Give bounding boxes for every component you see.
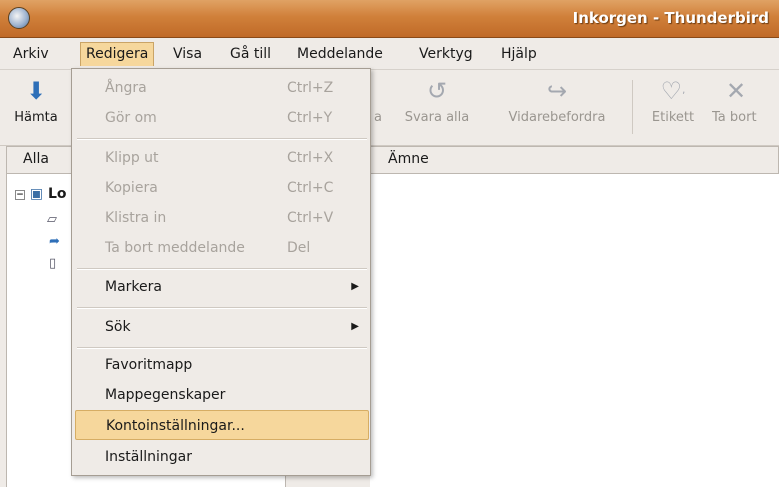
menu-ga-till[interactable]: Gå till — [225, 42, 276, 66]
menu-hjalp[interactable]: Hjälp — [496, 42, 542, 66]
menu-item-find[interactable]: Sök ▶ — [75, 312, 369, 342]
collapse-toggle-icon[interactable]: − — [15, 190, 25, 200]
tag-icon: ♡, — [660, 77, 686, 105]
menu-separator — [77, 138, 367, 140]
thunderbird-app-icon[interactable] — [8, 7, 30, 29]
tag-dropdown-icon: , — [682, 85, 686, 96]
reply-all-label: Svara alla — [404, 110, 470, 125]
menu-item-favorite-folder[interactable]: Favoritmapp — [75, 350, 369, 380]
reply-all-button[interactable]: ↺ Svara alla — [394, 76, 480, 125]
local-folders-label: Lo — [47, 186, 67, 202]
menu-bar: Arkiv Redigera Visa Gå till Meddelande V… — [0, 38, 779, 70]
menu-visa[interactable]: Visa — [168, 42, 207, 66]
tag-label: Etikett — [651, 110, 695, 125]
message-list[interactable] — [370, 174, 779, 487]
sent-folder-icon[interactable]: ➦ — [49, 234, 60, 249]
menu-redigera[interactable]: Redigera — [80, 42, 155, 66]
menu-separator — [77, 307, 367, 309]
undo-shortcut: Ctrl+Z — [287, 80, 334, 96]
get-mail-label: Hämta — [14, 110, 58, 125]
delete-label: Ta bort — [712, 110, 757, 125]
menu-item-account-settings[interactable]: Kontoinställningar... — [75, 410, 369, 440]
drafts-folder-icon[interactable]: ▱ — [47, 212, 57, 227]
menu-verktyg[interactable]: Verktyg — [414, 42, 478, 66]
menu-item-select[interactable]: Markera ▶ — [75, 272, 369, 302]
get-mail-icon: ⬇ — [25, 77, 47, 105]
toolbar-separator — [632, 80, 633, 134]
computer-icon: ▣ — [29, 186, 44, 202]
edit-menu-dropdown: Ångra Ctrl+Z Gör om Ctrl+Y Klipp ut Ctrl… — [71, 68, 371, 476]
tag-button[interactable]: ♡, Etikett — [644, 76, 702, 125]
reply-button-partial[interactable]: ↩ a — [372, 76, 384, 125]
reply-all-icon: ↺ — [426, 77, 448, 105]
folder-view-label: Alla — [23, 151, 49, 167]
forward-icon: ↪ — [546, 77, 568, 105]
cut-shortcut: Ctrl+X — [287, 150, 334, 166]
reply-label: a — [374, 110, 382, 125]
subject-column-header[interactable]: Ämne — [370, 146, 779, 174]
menu-item-copy[interactable]: Kopiera Ctrl+C — [75, 173, 369, 203]
delete-button[interactable]: ✕ Ta bort — [712, 76, 774, 125]
submenu-arrow-icon: ▶ — [351, 281, 359, 292]
paste-shortcut: Ctrl+V — [287, 210, 334, 226]
copy-shortcut: Ctrl+C — [287, 180, 334, 196]
trash-folder-icon[interactable]: ▯ — [49, 256, 56, 271]
menu-item-folder-properties[interactable]: Mappegenskaper — [75, 380, 369, 410]
menu-item-preferences[interactable]: Inställningar — [75, 442, 369, 472]
redo-shortcut: Ctrl+Y — [287, 110, 333, 126]
menu-meddelande[interactable]: Meddelande — [292, 42, 388, 66]
menu-separator — [77, 268, 367, 270]
menu-item-undo[interactable]: Ångra Ctrl+Z — [75, 73, 369, 103]
menu-item-delete-message[interactable]: Ta bort meddelande Del — [75, 233, 369, 263]
menu-separator — [77, 347, 367, 349]
submenu-arrow-icon: ▶ — [351, 321, 359, 332]
menu-item-paste[interactable]: Klistra in Ctrl+V — [75, 203, 369, 233]
forward-label: Vidarebefordra — [508, 110, 606, 125]
delete-shortcut: Del — [287, 240, 311, 256]
local-folders-root[interactable]: − ▣ Lo — [15, 186, 67, 202]
forward-button[interactable]: ↪ Vidarebefordra — [494, 76, 620, 125]
subject-column-label: Ämne — [388, 151, 429, 167]
menu-item-redo[interactable]: Gör om Ctrl+Y — [75, 103, 369, 133]
title-bar: Inkorgen - Thunderbird — [0, 0, 779, 38]
menu-arkiv[interactable]: Arkiv — [8, 42, 54, 66]
get-mail-button[interactable]: ⬇ Hämta — [6, 76, 66, 125]
menu-item-cut[interactable]: Klipp ut Ctrl+X — [75, 143, 369, 173]
delete-icon: ✕ — [726, 77, 747, 105]
window-title: Inkorgen - Thunderbird — [572, 9, 769, 27]
